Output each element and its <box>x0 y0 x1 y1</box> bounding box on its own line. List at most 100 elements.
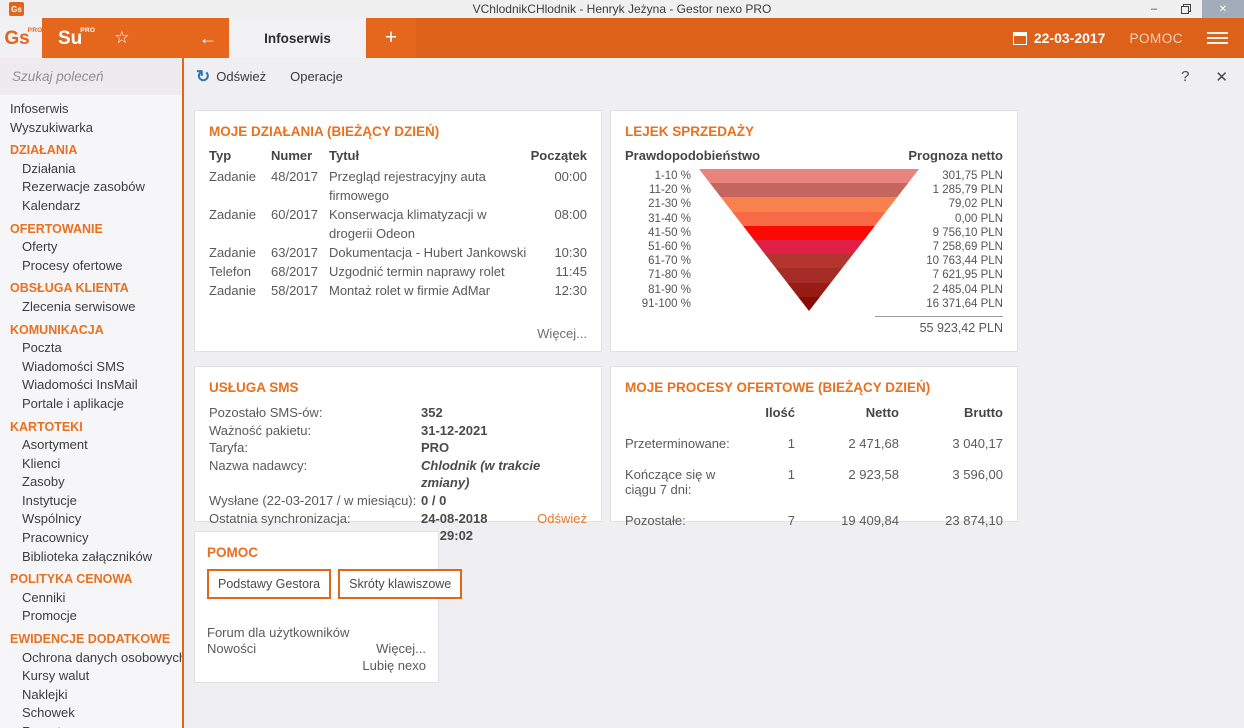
sidebar-menu: Infoserwis Wyszukiwarka DZIAŁANIA Działa… <box>0 95 182 728</box>
funnel-segment <box>699 240 919 254</box>
subiekt-pro-badge: PRO <box>80 28 95 35</box>
table-row[interactable]: Zadanie 48/2017 Przegląd rejestracyjny a… <box>209 167 587 205</box>
offers-header: Ilość Netto Brutto <box>625 405 1003 420</box>
panel-help-icon[interactable]: ? <box>1181 68 1189 86</box>
sidebar-item-cenniki[interactable]: Cenniki <box>0 589 182 608</box>
search-input[interactable] <box>10 68 193 85</box>
sidebar-item-oferty[interactable]: Oferty <box>0 238 182 257</box>
sidebar-item-rezerwacje-zasobow[interactable]: Rezerwacje zasobów <box>0 178 182 197</box>
help-menu[interactable]: POMOC <box>1129 31 1183 46</box>
sidebar-item-dzialania[interactable]: Działania <box>0 160 182 179</box>
gestor-logo-text: Gs <box>4 28 29 49</box>
sidebar-section-ofertowanie: OFERTOWANIE <box>0 220 182 239</box>
tab-infoserwis[interactable]: Infoserwis <box>229 18 366 58</box>
sidebar-item-raporty[interactable]: Raporty <box>0 723 182 728</box>
news-link[interactable]: Nowości <box>207 641 256 658</box>
gestor-logo[interactable]: GsPRO <box>0 18 42 58</box>
table-row[interactable]: Zadanie 58/2017 Montaż rolet w firmie Ad… <box>209 281 587 300</box>
sidebar: Infoserwis Wyszukiwarka DZIAŁANIA Działa… <box>0 58 184 728</box>
panel-title: LEJEK SPRZEDAŻY <box>625 124 1003 139</box>
window-title: VChlodnikCHlodnik - Henryk Jeżyna - Gest… <box>0 2 1244 16</box>
table-row[interactable]: Telefon 68/2017 Uzgodnić termin naprawy … <box>209 262 587 281</box>
funnel-segment <box>699 197 919 211</box>
funnel-segment <box>699 268 919 282</box>
funnel-segment <box>699 226 919 240</box>
close-button[interactable]: ✕ <box>1202 0 1244 18</box>
panel-title: MOJE PROCESY OFERTOWE (BIEŻĄCY DZIEŃ) <box>625 380 1003 395</box>
sidebar-item-ochrona-danych[interactable]: Ochrona danych osobowych <box>0 649 182 668</box>
funnel-segment <box>699 183 919 197</box>
sidebar-item-naklejki[interactable]: Naklejki <box>0 686 182 705</box>
like-nexo-link[interactable]: Lubię nexo <box>207 658 426 675</box>
calendar-icon <box>1013 32 1027 45</box>
sidebar-item-wspolnicy[interactable]: Wspólnicy <box>0 510 182 529</box>
app-header: GsPRO SuPRO ☆ ← Infoserwis + 22-03-2017 … <box>0 18 1244 58</box>
current-date[interactable]: 22-03-2017 <box>1034 30 1106 46</box>
favorites-star-icon[interactable]: ☆ <box>114 28 129 48</box>
panel-close-icon[interactable]: ✕ <box>1215 68 1228 86</box>
sidebar-item-pracownicy[interactable]: Pracownicy <box>0 529 182 548</box>
panel-title: MOJE DZIAŁANIA (BIEŻĄCY DZIEŃ) <box>209 124 587 139</box>
funnel-total: 55 923,42 PLN <box>875 316 1003 335</box>
sidebar-item-promocje[interactable]: Promocje <box>0 607 182 626</box>
subiekt-logo[interactable]: SuPRO <box>58 29 82 48</box>
refresh-icon: ↻ <box>196 68 210 85</box>
sidebar-item-portale-i-aplikacje[interactable]: Portale i aplikacje <box>0 395 182 414</box>
panel-help: POMOC Podstawy Gestora Skróty klawiszowe… <box>194 531 439 683</box>
sidebar-item-biblioteka-zalacznikow[interactable]: Biblioteka załączników <box>0 548 182 567</box>
restore-icon <box>1180 3 1192 15</box>
panel-sms-service: USŁUGA SMS Pozostało SMS-ów: 352 Ważność… <box>194 366 602 522</box>
table-row[interactable]: Kończące się w ciągu 7 dni: 1 2 923,58 3… <box>625 467 1003 497</box>
sidebar-section-kartoteki: KARTOTEKI <box>0 418 182 437</box>
sidebar-item-poczta[interactable]: Poczta <box>0 339 182 358</box>
restore-button[interactable] <box>1170 0 1202 18</box>
back-arrow-icon[interactable]: ← <box>199 28 217 49</box>
command-search <box>0 58 182 95</box>
new-tab-button[interactable]: + <box>366 18 416 58</box>
funnel-values: 301,75 PLN 1 285,79 PLN 79,02 PLN 0,00 P… <box>919 169 1003 311</box>
sidebar-item-schowek[interactable]: Schowek <box>0 704 182 723</box>
sidebar-item-asortyment[interactable]: Asortyment <box>0 436 182 455</box>
sidebar-item-zlecenia-serwisowe[interactable]: Zlecenia serwisowe <box>0 298 182 317</box>
content-toolbar: ↻ Odśwież Operacje ? ✕ <box>184 58 1244 95</box>
activities-header: Typ Numer Tytuł Początek <box>209 148 587 163</box>
funnel-chart <box>699 169 919 311</box>
panel-title: POMOC <box>207 545 426 560</box>
panel-sales-funnel: LEJEK SPRZEDAŻY Prawdopodobieństwo Progn… <box>610 110 1018 352</box>
sidebar-item-kalendarz[interactable]: Kalendarz <box>0 197 182 216</box>
funnel-segment <box>699 254 919 268</box>
refresh-button[interactable]: Odśwież <box>216 69 266 84</box>
sidebar-item-zasoby[interactable]: Zasoby <box>0 473 182 492</box>
more-link[interactable]: Więcej... <box>537 326 587 341</box>
header-left-segment: SuPRO ☆ ← <box>42 18 229 58</box>
funnel-col-forecast: Prognoza netto <box>908 148 1003 163</box>
sidebar-item-klienci[interactable]: Klienci <box>0 455 182 474</box>
gestor-basics-button[interactable]: Podstawy Gestora <box>207 569 331 599</box>
sidebar-item-kursy-walut[interactable]: Kursy walut <box>0 667 182 686</box>
gestor-pro-badge: PRO <box>28 28 43 35</box>
funnel-segment <box>699 169 919 183</box>
funnel-segment <box>699 212 919 226</box>
forum-link[interactable]: Forum dla użytkowników <box>207 625 426 642</box>
sidebar-section-polityka-cenowa: POLITYKA CENOWA <box>0 570 182 589</box>
sidebar-section-ewidencje-dodatkowe: EWIDENCJE DODATKOWE <box>0 630 182 649</box>
table-row[interactable]: Przeterminowane: 1 2 471,68 3 040,17 <box>625 436 1003 451</box>
minimize-button[interactable]: – <box>1138 0 1170 18</box>
table-row[interactable]: Zadanie 63/2017 Dokumentacja - Hubert Ja… <box>209 243 587 262</box>
sidebar-item-wiadomosci-insmail[interactable]: Wiadomości InsMail <box>0 376 182 395</box>
sidebar-item-procesy-ofertowe[interactable]: Procesy ofertowe <box>0 257 182 276</box>
table-row[interactable]: Zadanie 60/2017 Konserwacja klimatyzacji… <box>209 205 587 243</box>
menu-icon[interactable] <box>1207 32 1228 44</box>
operations-menu[interactable]: Operacje <box>290 69 343 84</box>
sidebar-item-instytucje[interactable]: Instytucje <box>0 492 182 511</box>
sidebar-item-wiadomosci-sms[interactable]: Wiadomości SMS <box>0 358 182 377</box>
more-link[interactable]: Więcej... <box>376 641 426 658</box>
table-row[interactable]: Pozostałe: 7 19 409,84 23 874,10 <box>625 513 1003 528</box>
sms-refresh-link[interactable]: Odśwież <box>537 510 587 545</box>
sidebar-section-obsluga-klienta: OBSŁUGA KLIENTA <box>0 279 182 298</box>
sidebar-item-infoserwis[interactable]: Infoserwis <box>0 100 182 119</box>
sidebar-item-wyszukiwarka[interactable]: Wyszukiwarka <box>0 119 182 138</box>
funnel-segment <box>699 283 919 297</box>
keyboard-shortcuts-button[interactable]: Skróty klawiszowe <box>338 569 462 599</box>
window-titlebar: Gs VChlodnikCHlodnik - Henryk Jeżyna - G… <box>0 0 1244 18</box>
